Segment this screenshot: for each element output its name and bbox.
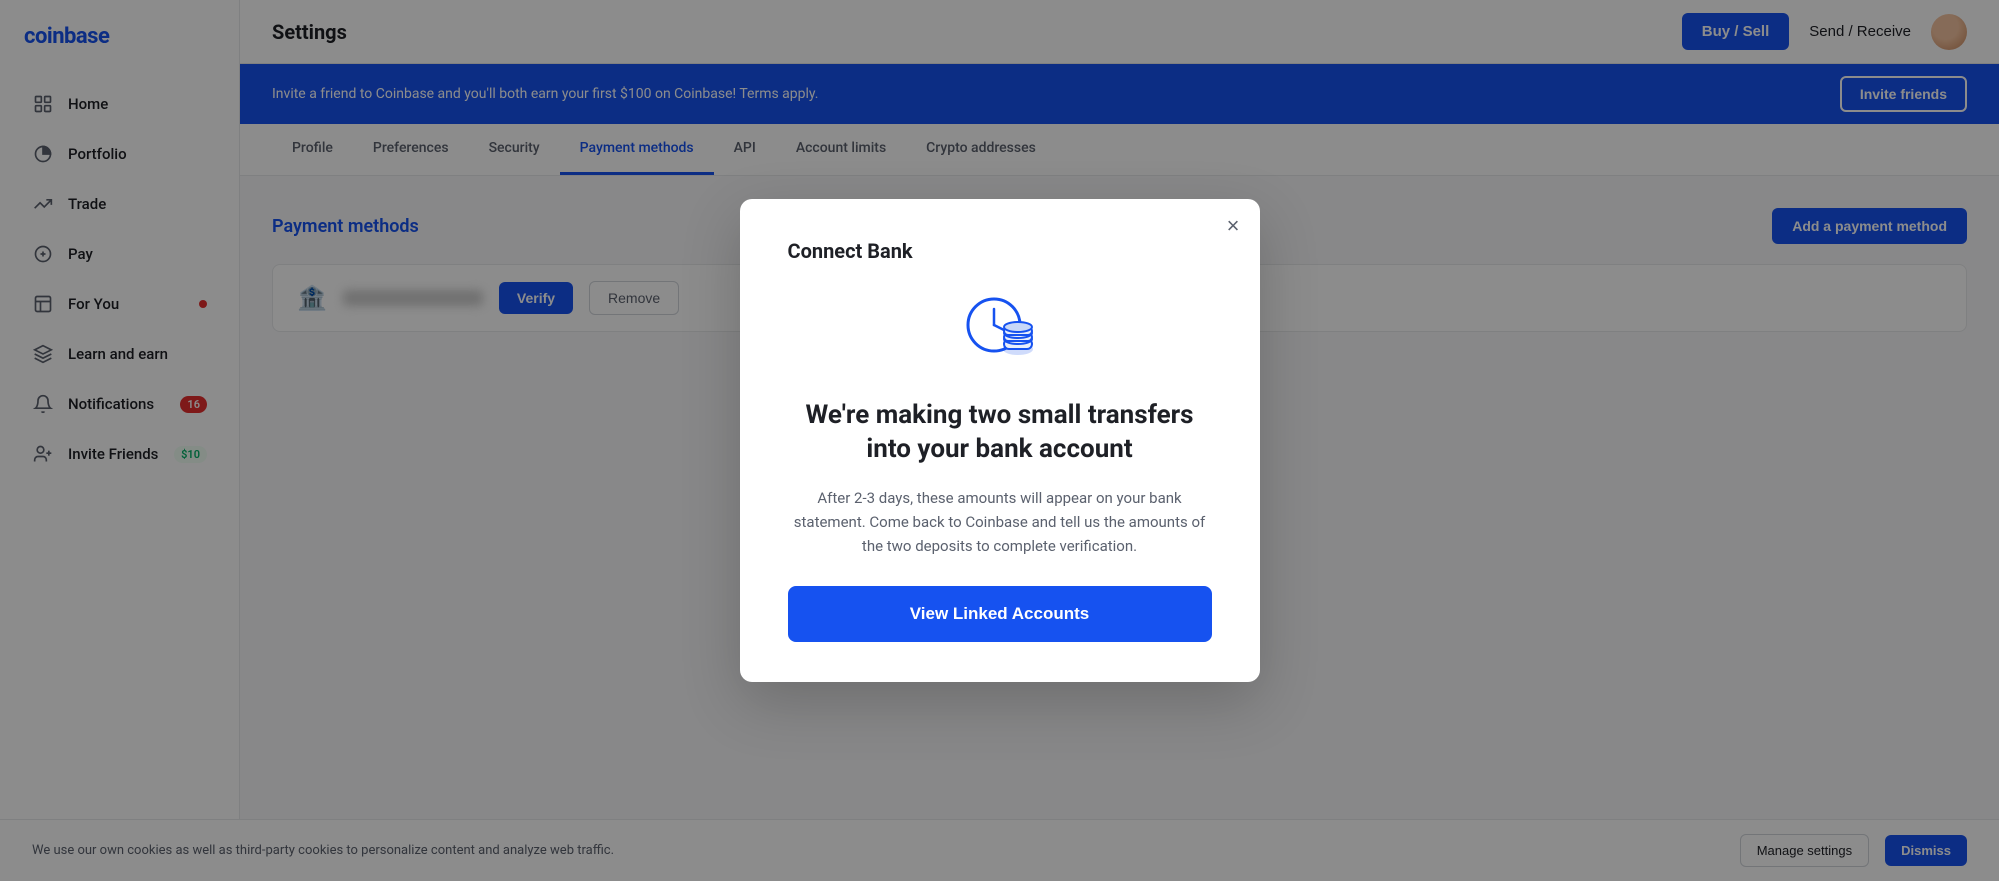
modal-title: Connect Bank: [788, 239, 913, 263]
app-container: coinbase Home Portfolio Trade: [0, 0, 1999, 881]
modal-overlay[interactable]: Connect Bank ×: [0, 0, 1999, 881]
modal-body-text: After 2-3 days, these amounts will appea…: [788, 486, 1212, 558]
view-linked-accounts-button[interactable]: View Linked Accounts: [788, 586, 1212, 642]
connect-bank-modal: Connect Bank ×: [740, 199, 1260, 683]
bank-clock-icon: [960, 291, 1040, 375]
modal-heading: We're making two small transfers into yo…: [788, 399, 1212, 467]
modal-close-button[interactable]: ×: [1227, 215, 1240, 237]
